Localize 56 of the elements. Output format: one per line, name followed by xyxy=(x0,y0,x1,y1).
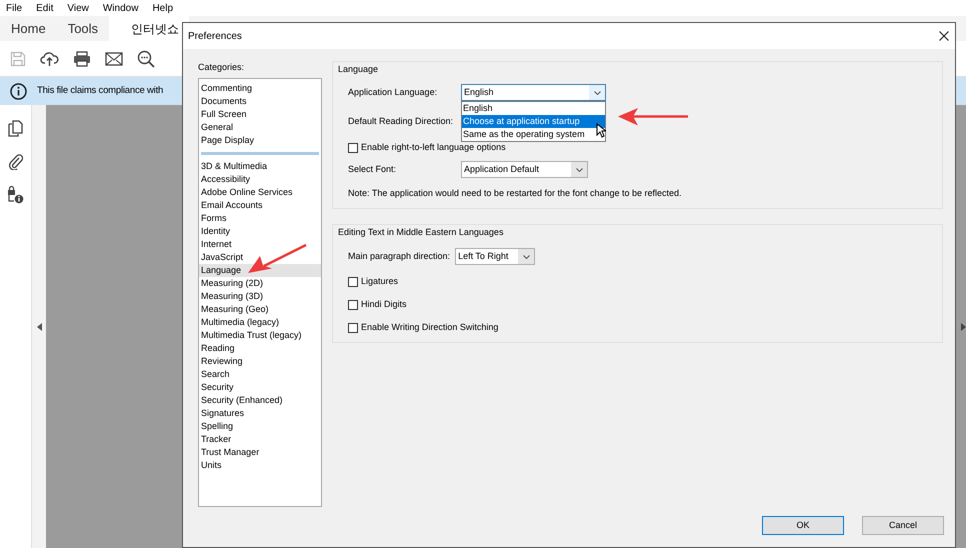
category-item[interactable]: Trust Manager xyxy=(199,446,321,459)
language-dropdown[interactable]: English xyxy=(461,84,606,101)
direction-dropdown[interactable]: Left To Right xyxy=(455,248,536,265)
category-item[interactable]: Full Screen xyxy=(199,108,321,121)
category-item[interactable]: Documents xyxy=(199,95,321,108)
category-item[interactable]: Reviewing xyxy=(199,355,321,368)
group-title: Language xyxy=(338,63,380,76)
checkbox-label: Enable right-to-left language options xyxy=(361,141,506,154)
category-item[interactable]: Multimedia (legacy) xyxy=(199,316,321,329)
category-item[interactable]: Identity xyxy=(199,225,321,238)
categories-label: Categories: xyxy=(198,61,246,74)
category-item[interactable]: Multimedia Trust (legacy) xyxy=(199,329,321,342)
category-item[interactable]: Measuring (2D) xyxy=(199,277,321,290)
menu-item[interactable]: View xyxy=(67,0,89,16)
note-text: Note: The application would need to be restarted for the font change to be reflected. xyxy=(348,187,683,200)
category-item[interactable]: Forms xyxy=(199,212,321,225)
field-label: Default Reading Direction: xyxy=(348,114,454,128)
category-item[interactable]: Commenting xyxy=(199,82,321,95)
category-item[interactable]: Page Display xyxy=(199,134,321,147)
menu-item[interactable]: File xyxy=(6,0,22,16)
menu-item[interactable]: Help xyxy=(152,0,174,16)
category-item[interactable]: Internet xyxy=(199,238,321,251)
tab[interactable]: 인터넷쇼 xyxy=(109,16,190,41)
field-label: Application Language: xyxy=(348,86,438,99)
menu-item[interactable]: Edit xyxy=(36,0,54,16)
category-item[interactable]: Email Accounts xyxy=(199,199,321,212)
category-item[interactable]: Measuring (3D) xyxy=(199,290,321,303)
checkbox-label: Enable Writing Direction Switching xyxy=(361,321,498,334)
menu-item[interactable]: Window xyxy=(102,0,138,16)
font-dropdown[interactable]: Application Default xyxy=(461,161,588,178)
category-item[interactable]: JavaScript xyxy=(199,251,321,264)
dropdown-option[interactable]: Choose at application startup xyxy=(462,115,605,128)
field-label: Main paragraph direction: xyxy=(348,250,450,263)
window-title: Preferences xyxy=(188,30,242,44)
dropdown-option[interactable]: English xyxy=(462,102,605,115)
group-title: Editing Text in Middle Eastern Languages xyxy=(338,226,504,239)
category-item[interactable]: Tracker xyxy=(199,433,321,446)
category-item[interactable]: 3D & Multimedia xyxy=(199,160,321,173)
dialog-button[interactable]: OK xyxy=(762,516,844,535)
category-item[interactable]: Measuring (Geo) xyxy=(199,303,321,316)
category-item[interactable]: Reading xyxy=(199,342,321,355)
checkbox-label: Hindi Digits xyxy=(361,298,407,312)
category-item[interactable]: Search xyxy=(199,368,321,381)
category-item[interactable]: Spelling xyxy=(199,420,321,433)
category-item[interactable]: Units xyxy=(199,459,321,472)
dialog-button[interactable]: Cancel xyxy=(862,516,944,535)
category-item[interactable]: Adobe Online Services xyxy=(199,186,321,199)
checkbox-label: Ligatures xyxy=(361,275,398,288)
category-item[interactable]: Language xyxy=(199,264,321,277)
category-item[interactable]: General xyxy=(199,121,321,134)
field-label: Select Font: xyxy=(348,162,398,176)
category-item[interactable]: Security xyxy=(199,381,321,394)
category-item[interactable]: Signatures xyxy=(199,407,321,420)
info-message: This file claims compliance with xyxy=(37,84,164,98)
category-item[interactable]: Security (Enhanced) xyxy=(199,394,321,407)
category-item[interactable]: Accessibility xyxy=(199,173,321,186)
